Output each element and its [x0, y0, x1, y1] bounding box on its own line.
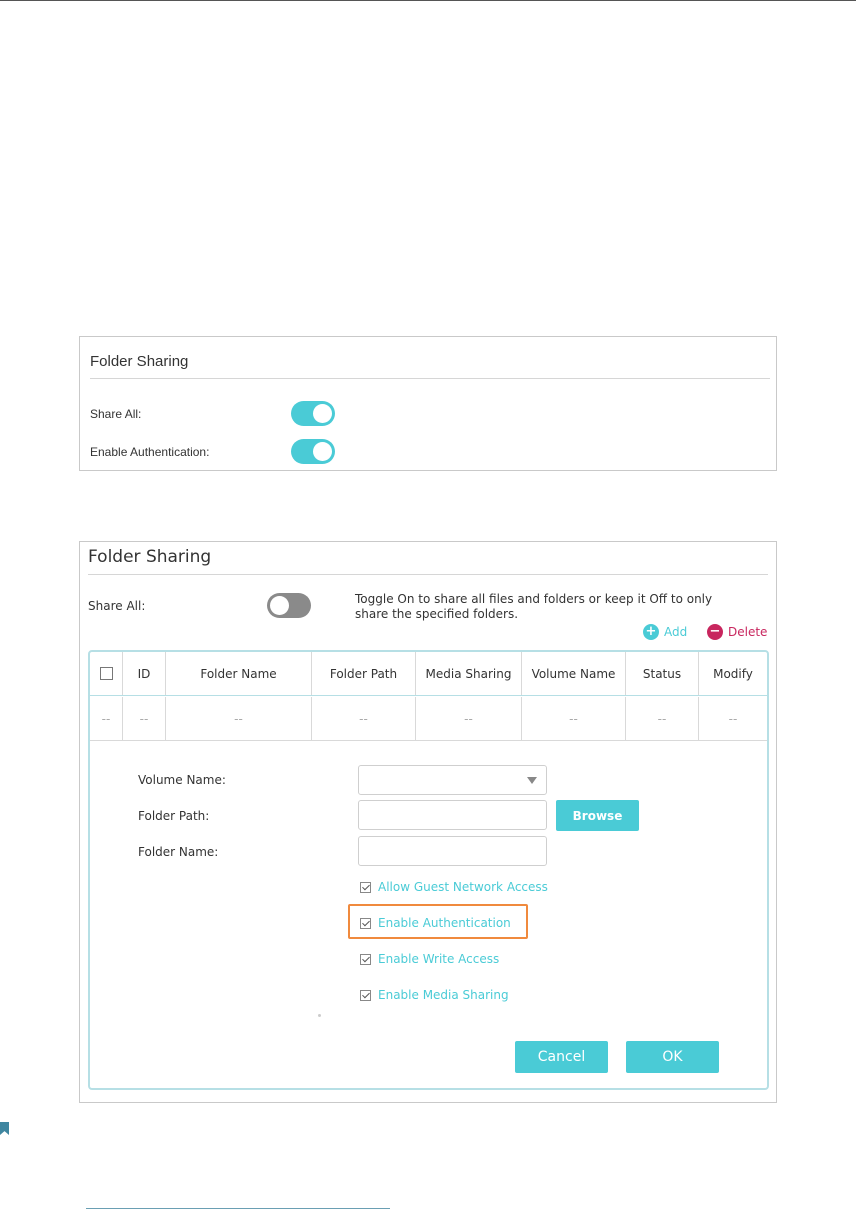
enable-authentication-toggle[interactable]: [291, 439, 335, 464]
select-all-cell: [90, 652, 123, 695]
delete-button[interactable]: − Delete: [707, 624, 767, 640]
table-header: ID Folder Name Folder Path Media Sharing…: [90, 652, 767, 696]
checkbox-checked-icon: [360, 881, 371, 893]
table-row: -- -- -- -- -- -- -- --: [90, 697, 767, 741]
volume-name-label: Volume Name:: [138, 773, 226, 787]
browse-button[interactable]: Browse: [556, 800, 639, 831]
folder-sharing-panel-detailed: Folder Sharing Share All: Toggle On to s…: [79, 541, 777, 1103]
table-cell: --: [90, 697, 123, 740]
page-top-rule: [0, 0, 856, 1]
plus-circle-icon: +: [643, 624, 659, 640]
volume-name-select[interactable]: [358, 765, 547, 795]
table-cell: --: [312, 697, 416, 740]
folder-path-input[interactable]: [358, 800, 547, 830]
table-cell: --: [626, 697, 699, 740]
table-cell: --: [166, 697, 312, 740]
column-header-folder-path[interactable]: Folder Path: [312, 652, 416, 695]
checkbox-label: Enable Media Sharing: [378, 988, 509, 1002]
column-header-folder-name[interactable]: Folder Name: [166, 652, 312, 695]
share-all-toggle[interactable]: [267, 593, 311, 618]
cancel-button[interactable]: Cancel: [515, 1041, 608, 1073]
table-cell: --: [728, 711, 738, 726]
bookmark-icon: [0, 1122, 9, 1135]
panel-title: Folder Sharing: [88, 547, 212, 567]
ok-button[interactable]: OK: [626, 1041, 719, 1073]
divider: [90, 378, 770, 379]
add-label: Add: [664, 625, 688, 639]
enable-authentication-label: Enable Authentication:: [90, 445, 210, 459]
table-cell: --: [416, 697, 522, 740]
column-header-status[interactable]: Status: [626, 652, 699, 695]
allow-guest-network-access-checkbox[interactable]: Allow Guest Network Access: [360, 880, 548, 894]
toggle-knob: [313, 442, 332, 461]
column-header-modify[interactable]: Modify: [699, 652, 767, 695]
folder-table: ID Folder Name Folder Path Media Sharing…: [88, 650, 769, 1090]
add-button[interactable]: + Add: [643, 624, 687, 640]
folder-name-input[interactable]: [358, 836, 547, 866]
panel-title: Folder Sharing: [90, 353, 189, 370]
toggle-knob: [313, 404, 332, 423]
share-all-label: Share All:: [88, 599, 146, 613]
select-all-checkbox[interactable]: [99, 667, 113, 680]
enable-write-access-checkbox[interactable]: Enable Write Access: [360, 952, 499, 966]
highlight-box: [348, 904, 528, 939]
share-all-hint: Toggle On to share all files and folders…: [355, 592, 713, 621]
share-all-label: Share All:: [90, 407, 142, 421]
folder-name-label: Folder Name:: [138, 845, 219, 859]
minus-circle-icon: −: [707, 624, 723, 640]
folder-path-label: Folder Path:: [138, 809, 210, 823]
enable-media-sharing-checkbox[interactable]: Enable Media Sharing: [360, 988, 509, 1002]
column-header-volume-name[interactable]: Volume Name: [522, 652, 626, 695]
toggle-knob: [270, 596, 289, 615]
table-cell: --: [522, 697, 626, 740]
divider: [88, 574, 768, 575]
checkbox-checked-icon: [360, 989, 371, 1001]
checkbox-label: Enable Write Access: [378, 952, 500, 966]
decorative-dot: [318, 1014, 321, 1017]
checkbox-checked-icon: [360, 953, 371, 965]
share-all-toggle[interactable]: [291, 401, 335, 426]
checkbox-label: Allow Guest Network Access: [378, 880, 548, 894]
chevron-down-icon: [527, 777, 537, 784]
delete-label: Delete: [728, 625, 768, 639]
column-header-id[interactable]: ID: [123, 652, 166, 695]
folder-sharing-panel-simple: Folder Sharing Share All: Enable Authent…: [79, 336, 777, 471]
column-header-media-sharing[interactable]: Media Sharing: [416, 652, 522, 695]
table-cell: --: [123, 697, 166, 740]
link-underline: [86, 1208, 390, 1209]
